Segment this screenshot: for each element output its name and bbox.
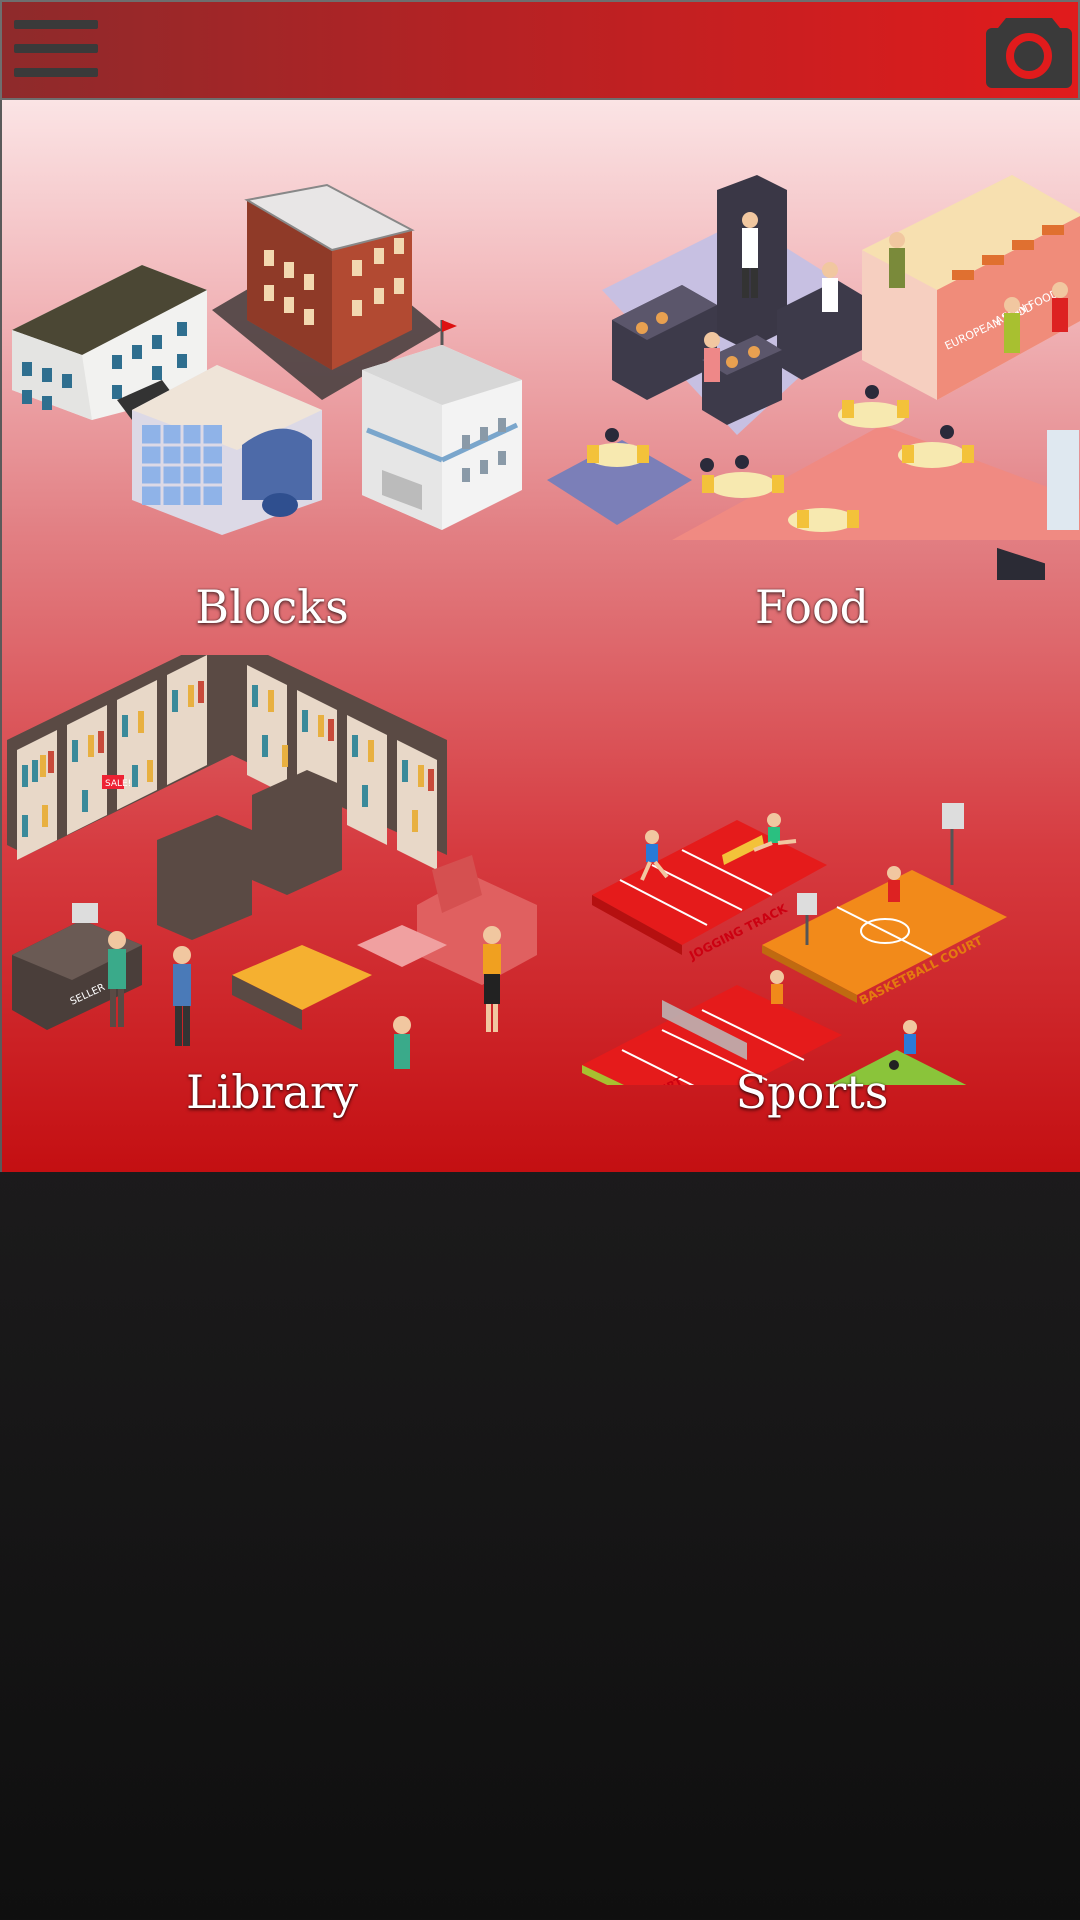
menu-line bbox=[14, 44, 98, 53]
buildings-illustration bbox=[12, 183, 522, 535]
sports-illustration: JOGGING TRACK BASKETBALL COURT bbox=[582, 803, 1007, 1085]
hamburger-menu-icon[interactable] bbox=[12, 16, 98, 80]
top-app-bar bbox=[0, 0, 1080, 100]
category-grid: Blocks EUROPEAN FOOD ASIAN FOOD Food SAL… bbox=[0, 100, 1080, 1172]
category-tile-sports[interactable]: JOGGING TRACK BASKETBALL COURT Sports bbox=[542, 655, 1080, 1135]
category-tile-library[interactable]: SALE! SELLER Library bbox=[2, 655, 542, 1135]
restaurant-illustration: EUROPEAN FOOD ASIAN FOOD bbox=[547, 175, 1080, 580]
category-label: Blocks bbox=[195, 580, 349, 634]
sale-tag: SALE! bbox=[105, 779, 131, 789]
camera-icon[interactable] bbox=[984, 10, 1074, 92]
menu-line bbox=[14, 68, 98, 77]
category-tile-blocks[interactable]: Blocks bbox=[2, 100, 542, 634]
menu-line bbox=[14, 20, 98, 29]
category-label: Library bbox=[185, 1065, 359, 1119]
category-label: Food bbox=[754, 580, 870, 634]
library-illustration: SALE! SELLER bbox=[7, 655, 537, 1069]
category-label: Sports bbox=[735, 1065, 889, 1119]
category-tile-food[interactable]: EUROPEAN FOOD ASIAN FOOD Food bbox=[542, 100, 1080, 634]
